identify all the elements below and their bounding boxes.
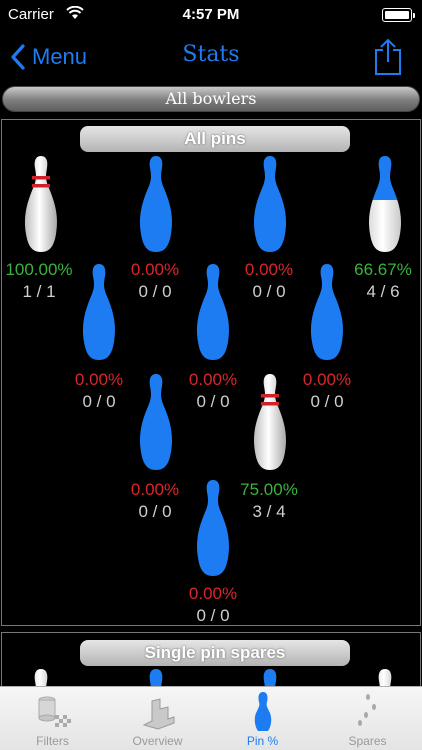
pin-1-count: 0 / 0 (196, 606, 230, 625)
bowler-filter-bar[interactable]: All bowlers (2, 86, 420, 112)
pin-2-icon (139, 374, 173, 470)
pin-5-icon (196, 264, 230, 360)
menu-back-label: Menu (32, 44, 88, 69)
navigation-bar: Menu Stats (0, 30, 422, 84)
pin-icon (254, 692, 271, 731)
menu-back-button[interactable]: Menu (10, 40, 87, 74)
tab-overview[interactable]: Overview (105, 687, 210, 750)
all-pins-panel: All pins 100.00% 1 / 1 0.00% 0 / 0 0.00%… (1, 119, 421, 626)
pin-9-icon (253, 156, 287, 252)
tab-filters[interactable]: Filters (0, 687, 105, 750)
tab-filters-label: Filters (36, 734, 69, 748)
spares-icon (357, 694, 376, 726)
overview-icon (142, 698, 174, 730)
tab-spares-label: Spares (348, 734, 387, 748)
chevron-left-icon (11, 44, 25, 70)
single-pin-spares-header: Single pin spares (80, 640, 350, 666)
pin-6-icon (310, 264, 344, 360)
tab-pin-percent[interactable]: Pin % (210, 687, 315, 750)
pin-3-icon (253, 374, 287, 470)
single-pin-spares-panel: Single pin spares (1, 632, 421, 692)
clock: 4:57 PM (182, 6, 240, 23)
status-bar: Carrier 4:57 PM (0, 0, 422, 30)
all-pins-header: All pins (80, 126, 350, 152)
pin-10-icon (368, 156, 402, 252)
pin-1-percent: 0.00% (188, 584, 238, 603)
pin-8-icon (139, 156, 173, 252)
pin-7-icon (24, 156, 58, 252)
pin-1-icon (196, 480, 230, 576)
share-icon[interactable] (374, 38, 402, 76)
tab-pin-percent-label: Pin % (246, 734, 279, 748)
filters-icon (38, 696, 71, 727)
tab-overview-label: Overview (132, 734, 183, 748)
tab-bar: Filters Overview Pin % Spares (0, 686, 422, 750)
battery-icon (382, 8, 415, 22)
tab-spares[interactable]: Spares (315, 687, 420, 750)
pin-4-icon (82, 264, 116, 360)
